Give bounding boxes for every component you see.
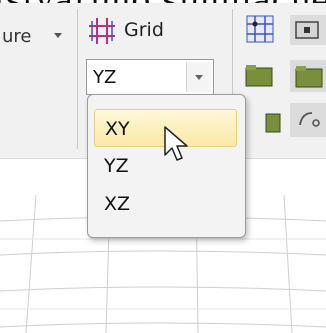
separator xyxy=(77,9,78,149)
plane-select-button[interactable] xyxy=(186,62,211,92)
chevron-down-icon[interactable] xyxy=(54,33,62,38)
folder-icon xyxy=(295,66,323,88)
rotate-icon xyxy=(299,112,320,127)
grid-snap-tool[interactable] xyxy=(244,13,276,45)
rotate-tool[interactable] xyxy=(290,103,326,137)
grid-icon xyxy=(89,18,115,44)
plane-select-value: YZ xyxy=(93,67,117,88)
plane-icon xyxy=(265,113,281,133)
plane-select[interactable]: YZ xyxy=(86,59,214,95)
chevron-down-icon xyxy=(195,75,203,80)
plane-dropdown-menu: XY YZ XZ xyxy=(87,94,246,238)
dropdown-option-xz[interactable]: XZ xyxy=(94,185,237,223)
view-tool[interactable] xyxy=(290,15,326,45)
grid-snap-icon xyxy=(246,15,274,43)
folder-tool-1[interactable] xyxy=(242,60,274,92)
view-icon xyxy=(295,21,319,39)
mouse-pointer-icon xyxy=(164,126,188,161)
option-label: YZ xyxy=(104,155,129,177)
option-label: XZ xyxy=(104,193,131,215)
grid-label: Grid xyxy=(124,19,164,41)
folder-icon xyxy=(245,65,273,87)
plane-tool[interactable] xyxy=(262,104,284,136)
folder-tool-2[interactable] xyxy=(290,60,326,92)
option-label: XY xyxy=(105,118,130,140)
grid-button[interactable]: Grid xyxy=(84,13,184,49)
left-group-label[interactable]: ure xyxy=(2,26,32,47)
